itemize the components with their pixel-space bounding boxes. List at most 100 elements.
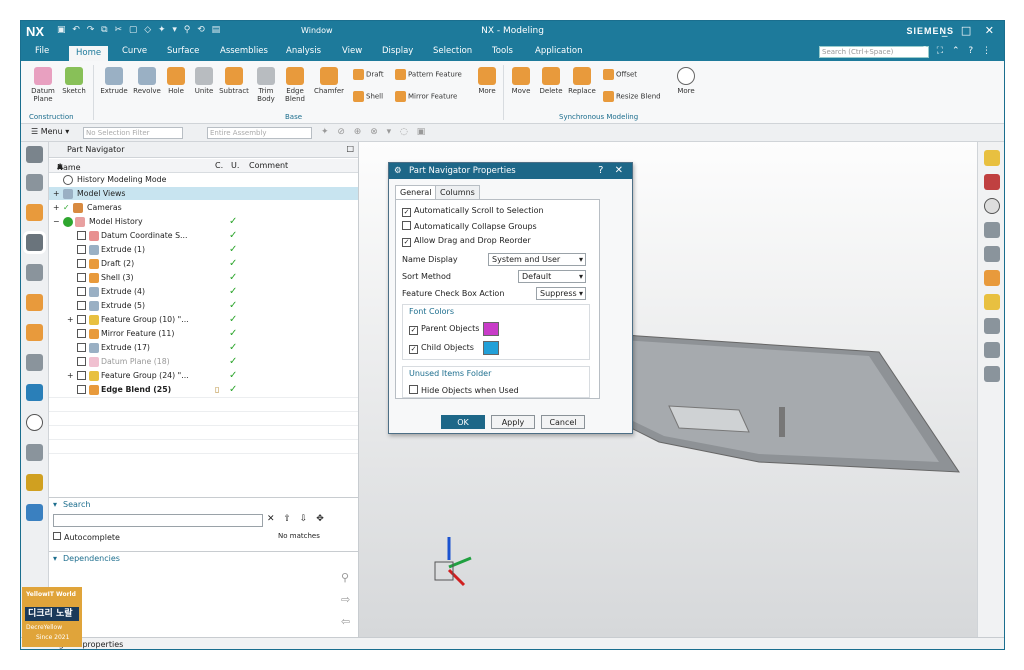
dependency-tools[interactable]: ⚲ ⇨ ⇦ xyxy=(341,567,361,628)
tree-row[interactable]: Mirror Feature (11) ✓ xyxy=(49,327,358,340)
tree-row[interactable]: + Model Views xyxy=(49,187,358,200)
datum-plane-button[interactable]: Datum Plane xyxy=(29,67,57,103)
feature-checkbox[interactable] xyxy=(77,273,86,282)
tree-row[interactable]: Draft (2) ✓ xyxy=(49,257,358,270)
trim-body-button[interactable]: Trim Body xyxy=(255,67,277,103)
resize-blend-button[interactable]: Resize Blend xyxy=(603,91,661,102)
draft-button[interactable]: Draft xyxy=(353,69,384,80)
move-button[interactable]: Move xyxy=(509,67,533,95)
search-input[interactable] xyxy=(53,514,263,527)
apply-button[interactable]: Apply xyxy=(491,415,535,429)
mirror-feature-button[interactable]: Mirror Feature xyxy=(395,91,457,102)
section-icon[interactable] xyxy=(984,270,1000,286)
tree-row[interactable]: − Model History ✓ xyxy=(49,215,358,228)
fit-icon[interactable] xyxy=(984,150,1000,166)
offset-button[interactable]: Offset xyxy=(603,69,637,80)
feature-checkbox[interactable] xyxy=(77,245,86,254)
parent-color-swatch[interactable] xyxy=(483,322,499,336)
command-search-input[interactable]: Search (Ctrl+Space) xyxy=(819,46,929,58)
menu-surface[interactable]: Surface xyxy=(167,46,199,56)
edit-section-icon[interactable] xyxy=(984,342,1000,358)
cancel-button[interactable]: Cancel xyxy=(541,415,585,429)
menu-file[interactable]: File xyxy=(35,46,49,56)
base-more-button[interactable]: More xyxy=(475,67,499,95)
menu-selection[interactable]: Selection xyxy=(433,46,472,56)
feature-checkbox[interactable] xyxy=(77,287,86,296)
subtract-button[interactable]: Subtract xyxy=(219,67,249,95)
assembly-navigator-icon[interactable] xyxy=(26,174,43,191)
menu-home[interactable]: Home xyxy=(69,46,109,61)
ribbon-controls[interactable]: ⚲ ⛶ ⌃ ? ⋮ xyxy=(921,46,994,56)
col-c[interactable]: C. xyxy=(215,161,223,170)
edge-blend-button[interactable]: Edge Blend xyxy=(283,67,307,103)
menu-button[interactable]: ☰ Menu ▾ xyxy=(31,127,69,136)
parent-objects-checkbox[interactable]: ✓ Parent Objects xyxy=(409,324,479,335)
clock-icon[interactable] xyxy=(26,414,43,431)
chamfer-button[interactable]: Chamfer xyxy=(313,67,345,95)
tree-row[interactable]: Extrude (5) ✓ xyxy=(49,299,358,312)
search-buttons[interactable]: ✕ ⇧ ⇩ ✥ xyxy=(267,514,327,524)
child-color-swatch[interactable] xyxy=(483,341,499,355)
show-hide-icon[interactable] xyxy=(984,198,1000,214)
tree-row[interactable]: + Feature Group (24) "... ✓ xyxy=(49,369,358,382)
window-controls[interactable]: _ □ ✕ xyxy=(942,24,999,37)
revolve-button[interactable]: Revolve xyxy=(131,67,163,95)
col-name[interactable]: Name ▲ xyxy=(57,161,81,172)
selection-filter-dropdown[interactable]: No Selection Filter xyxy=(83,127,183,139)
delete-button[interactable]: Delete xyxy=(537,67,565,95)
tools-icon[interactable] xyxy=(26,444,43,461)
feature-checkbox[interactable] xyxy=(77,385,86,394)
feature-checkbox[interactable] xyxy=(77,329,86,338)
replace-button[interactable]: Replace xyxy=(567,67,597,95)
assembly-scope-dropdown[interactable]: Entire Assembly xyxy=(207,127,312,139)
hide-unused-checkbox[interactable]: Hide Objects when Used xyxy=(409,385,519,395)
reuse-library-icon[interactable] xyxy=(26,264,43,281)
history-icon[interactable] xyxy=(26,354,43,371)
tree-row[interactable]: Extrude (17) ✓ xyxy=(49,341,358,354)
search-panel-header[interactable]: ▾ Search xyxy=(49,497,358,511)
drag-drop-checkbox[interactable]: ✓ Allow Drag and Drop Reorder xyxy=(402,236,531,247)
feature-checkbox[interactable] xyxy=(77,315,86,324)
roles-icon[interactable] xyxy=(26,474,43,491)
feature-checkbox[interactable] xyxy=(77,259,86,268)
tree-row[interactable]: Extrude (1) ✓ xyxy=(49,243,358,256)
tree-row[interactable]: + Feature Group (10) "... ✓ xyxy=(49,313,358,326)
tree-row[interactable]: Datum Coordinate S... ✓ xyxy=(49,229,358,242)
feature-checkbox[interactable] xyxy=(77,343,86,352)
menu-application[interactable]: Application xyxy=(535,46,583,56)
tree-row[interactable]: Shell (3) ✓ xyxy=(49,271,358,284)
autocomplete-checkbox[interactable]: Autocomplete xyxy=(53,532,120,542)
wireframe-icon[interactable] xyxy=(984,246,1000,262)
sketch-button[interactable]: Sketch xyxy=(61,67,87,95)
menu-curve[interactable]: Curve xyxy=(122,46,147,56)
col-comment[interactable]: Comment xyxy=(249,161,288,170)
feature-checkbox[interactable] xyxy=(77,231,86,240)
shaded-icon[interactable] xyxy=(984,222,1000,238)
part-navigator-icon[interactable] xyxy=(26,234,43,251)
gear-icon[interactable] xyxy=(26,146,43,163)
col-u[interactable]: U. xyxy=(231,161,239,170)
clip-icon[interactable] xyxy=(984,366,1000,382)
tab-general[interactable]: General xyxy=(395,185,437,200)
web-browser-icon[interactable] xyxy=(26,324,43,341)
menu-assemblies[interactable]: Assemblies xyxy=(220,46,268,56)
snap-tools[interactable]: ✦ ⊘ ⊕ ⊗ ▾ ◌ ▣ xyxy=(321,127,428,137)
extrude-button[interactable]: Extrude xyxy=(99,67,129,95)
auto-scroll-checkbox[interactable]: ✓ Automatically Scroll to Selection xyxy=(402,206,544,217)
menu-view[interactable]: View xyxy=(342,46,362,56)
feature-checkbox[interactable] xyxy=(77,357,86,366)
dependencies-panel-header[interactable]: ▾ Dependencies xyxy=(49,551,358,565)
name-display-select[interactable]: System and User xyxy=(488,253,586,266)
maximize-icon[interactable]: □ xyxy=(346,144,354,153)
sync-more-button[interactable]: More xyxy=(673,67,699,95)
tree-row[interactable]: + ✓ Cameras xyxy=(49,201,358,214)
process-studio-icon[interactable] xyxy=(26,384,43,401)
dialog-title-controls[interactable]: ? ✕ xyxy=(598,163,627,179)
unite-button[interactable]: Unite xyxy=(191,67,217,95)
child-objects-checkbox[interactable]: ✓ Child Objects xyxy=(409,343,474,354)
tree-row[interactable]: Extrude (4) ✓ xyxy=(49,285,358,298)
feature-checkbox[interactable] xyxy=(77,301,86,310)
orient-icon[interactable] xyxy=(984,294,1000,310)
menu-display[interactable]: Display xyxy=(382,46,413,56)
system-scenes-icon[interactable] xyxy=(26,504,43,521)
